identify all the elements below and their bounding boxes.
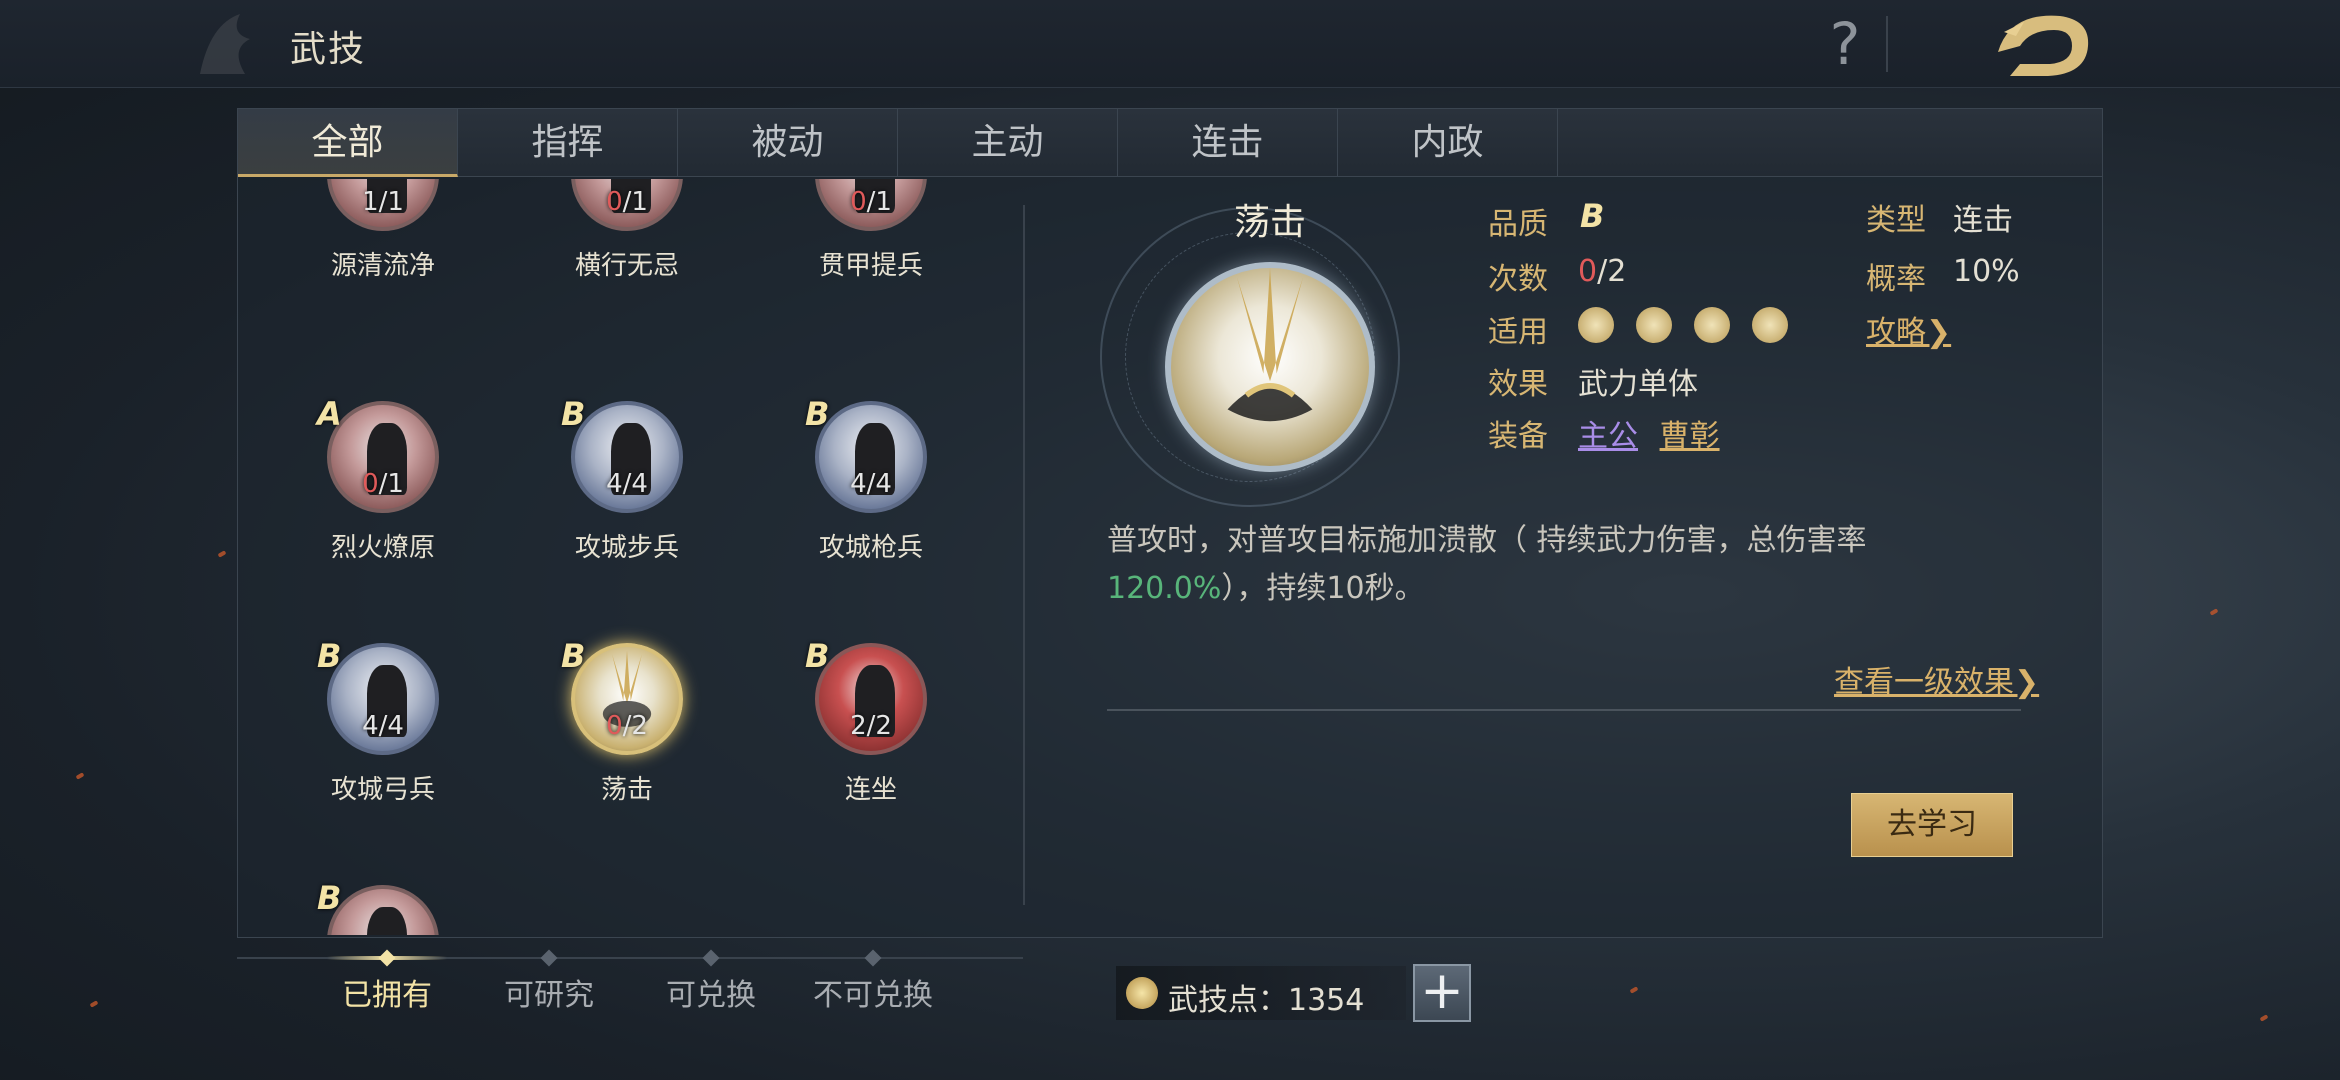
quality-value: B — [1580, 197, 1605, 235]
top-bar: 武技 ? — [0, 0, 2340, 88]
skill-name: 攻城弓兵 — [330, 775, 435, 805]
ember-decoration — [2209, 608, 2219, 616]
skill-name: 荡击 — [600, 775, 653, 805]
equip-link-lord[interactable]: 主公 — [1578, 419, 1638, 454]
filter-dot — [864, 949, 882, 967]
ember-decoration — [75, 772, 85, 780]
tab-combo[interactable]: 连击 — [1118, 109, 1338, 177]
filter-not-exchangeable[interactable]: 不可兑换 — [792, 970, 954, 1014]
skill-name: 攻城枪兵 — [818, 533, 923, 563]
skill-card[interactable]: 0/1 贯甲提兵 — [749, 179, 993, 319]
skill-grade: B — [805, 637, 830, 675]
skill-count: 0/1 — [850, 187, 892, 217]
spear-unit-icon — [1694, 307, 1730, 343]
filter-dot — [702, 949, 720, 967]
skill-name: 烈火燎原 — [330, 533, 435, 563]
skill-grade: B — [561, 637, 586, 675]
detail-skill-icon — [1165, 262, 1375, 472]
cavalry-unit-icon — [1752, 307, 1788, 343]
detail-skill-name: 荡击 — [1233, 202, 1306, 243]
ember-decoration — [217, 550, 227, 558]
skill-count: 0/2 — [606, 711, 648, 741]
equip-link-caozhang[interactable]: 曹彰 — [1660, 419, 1720, 454]
effect-value: 武力单体 — [1578, 367, 1698, 402]
filter-dot — [540, 949, 558, 967]
skill-grade: B — [317, 637, 342, 675]
skill-card[interactable]: B 4/4 攻城枪兵 — [749, 395, 993, 601]
rate-value: 10% — [1953, 254, 2020, 289]
help-button[interactable]: ? — [1820, 10, 1870, 78]
tab-passive[interactable]: 被动 — [678, 109, 898, 177]
skill-name: 源清流净 — [330, 251, 435, 281]
count-value: 0/2 — [1578, 254, 1627, 289]
skill-card-selected[interactable]: B 0/2 荡击 — [505, 637, 749, 843]
ember-decoration — [1629, 986, 1639, 994]
quality-label: 品质 — [1488, 207, 1548, 242]
tab-internal[interactable]: 内政 — [1338, 109, 1558, 177]
skill-count: 4/4 — [362, 711, 404, 741]
skill-count: 1/1 — [362, 187, 404, 217]
page-title: 武技 — [290, 29, 367, 70]
skill-count: 4/4 — [850, 469, 892, 499]
detail-divider — [1107, 709, 2021, 711]
skill-name: 攻城步兵 — [574, 533, 679, 563]
skill-grade: A — [317, 395, 342, 433]
skill-card[interactable]: B 4/4 攻城弓兵 — [261, 637, 505, 843]
skill-points-icon — [1126, 977, 1158, 1009]
skill-card[interactable]: 0/1 横行无忌 — [505, 179, 749, 319]
skill-grade: B — [317, 879, 342, 917]
skill-card[interactable]: B — [261, 879, 505, 935]
guide-link[interactable]: 攻略❯ — [1866, 307, 1951, 351]
skill-grade: B — [561, 395, 586, 433]
filter-researchable[interactable]: 可研究 — [468, 970, 630, 1014]
skill-count: 4/4 — [606, 469, 648, 499]
skill-points-display: 武技点：1354 — [1116, 966, 1406, 1020]
tab-command[interactable]: 指挥 — [458, 109, 678, 177]
tab-all[interactable]: 全部 — [238, 109, 458, 177]
skill-name: 连坐 — [844, 775, 897, 805]
skill-card[interactable]: A 0/1 烈火燎原 — [261, 395, 505, 601]
top-divider — [1886, 16, 1888, 72]
tab-bar: 全部 指挥 被动 主动 连击 内政 — [238, 109, 2102, 177]
rate-label: 概率 — [1866, 262, 1926, 297]
burst-icon — [1227, 268, 1313, 422]
skill-count: 2/2 — [850, 711, 892, 741]
count-label: 次数 — [1488, 262, 1548, 297]
effect-label: 效果 — [1488, 367, 1548, 402]
equip-label: 装备 — [1488, 419, 1548, 454]
skill-count: 0/1 — [362, 469, 404, 499]
ember-decoration — [2259, 1014, 2269, 1022]
skills-panel: 全部 指挥 被动 主动 连击 内政 1/1 源清流净 0/1 横行无忌 0/1 … — [237, 108, 2103, 938]
applies-unit-icons — [1578, 307, 1788, 343]
filter-owned[interactable]: 已拥有 — [306, 970, 468, 1014]
skill-grid: 1/1 源清流净 0/1 横行无忌 0/1 贯甲提兵 A 0/1 烈火燎原 B … — [238, 179, 1022, 935]
skill-card[interactable]: 1/1 源清流净 — [261, 179, 505, 319]
add-points-button[interactable]: + — [1413, 964, 1471, 1022]
ownership-filter-bar: 已拥有 可研究 可兑换 不可兑换 — [237, 949, 1023, 1060]
view-level-one-link[interactable]: 查看一级效果❯ — [1834, 657, 2039, 701]
skill-grade: B — [805, 395, 830, 433]
applies-label: 适用 — [1488, 315, 1548, 350]
tab-active[interactable]: 主动 — [898, 109, 1118, 177]
skill-name: 横行无忌 — [574, 251, 679, 281]
type-label: 类型 — [1866, 203, 1926, 238]
skill-count: 0/1 — [606, 187, 648, 217]
shield-unit-icon — [1578, 307, 1614, 343]
equip-values: 主公 曹彰 — [1578, 411, 1720, 455]
skill-card[interactable]: B 2/2 连坐 — [749, 637, 993, 843]
panel-divider — [1023, 205, 1025, 905]
learn-button[interactable]: 去学习 — [1851, 793, 2013, 857]
ember-decoration — [89, 1000, 99, 1008]
dragon-emblem-icon — [200, 14, 250, 74]
dragon-logo-icon[interactable] — [1990, 2, 2100, 86]
filter-dot — [378, 949, 396, 967]
skill-icon — [327, 885, 439, 935]
skill-description: 普攻时，对普攻目标施加溃散（ 持续武力伤害，总伤害率 120.0%），持续10秒… — [1107, 523, 1867, 606]
filter-exchangeable[interactable]: 可兑换 — [630, 970, 792, 1014]
type-value: 连击 — [1953, 203, 2013, 238]
skill-points-label: 武技点：1354 — [1168, 983, 1365, 1018]
bow-unit-icon — [1636, 307, 1672, 343]
skill-card[interactable]: B 4/4 攻城步兵 — [505, 395, 749, 601]
skill-name: 贯甲提兵 — [818, 251, 923, 281]
